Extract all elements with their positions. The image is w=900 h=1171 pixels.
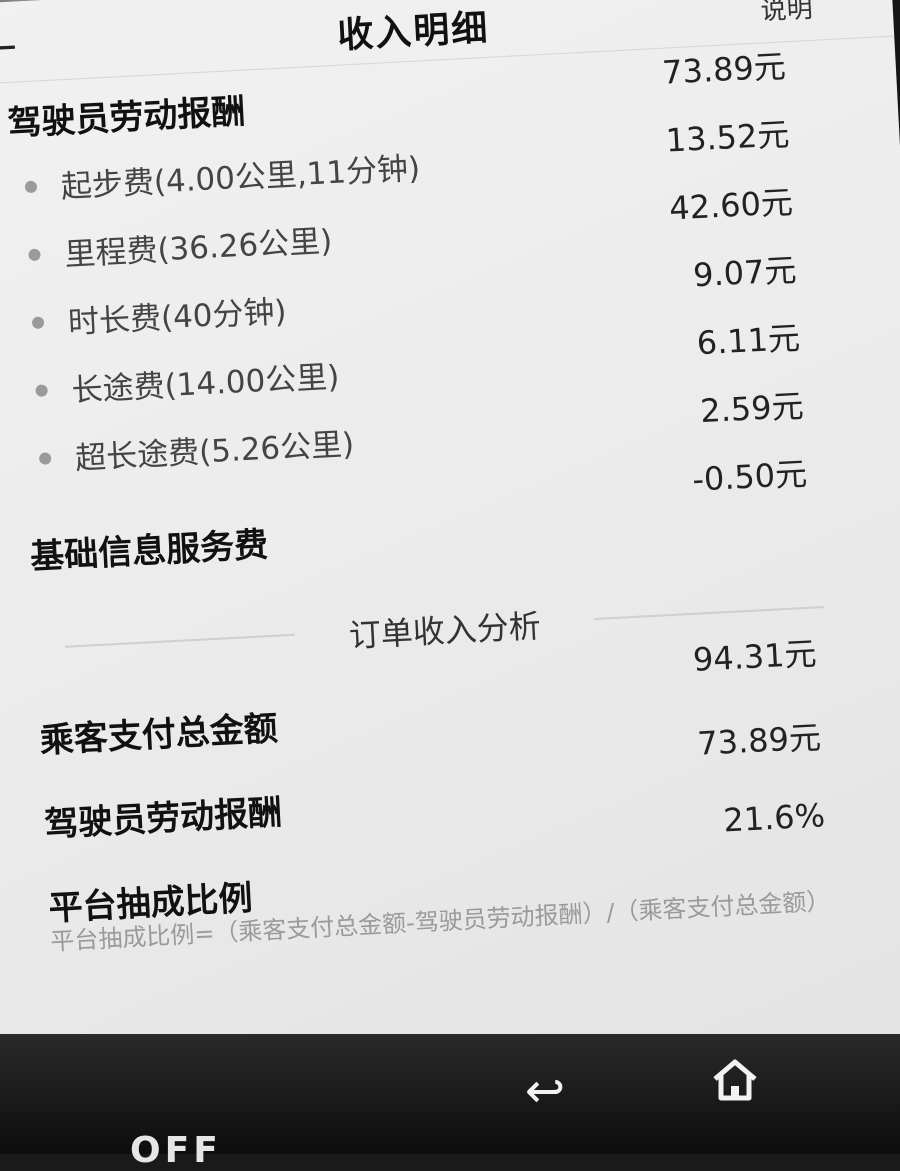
bullet-icon bbox=[31, 316, 45, 330]
home-icon[interactable] bbox=[705, 1054, 765, 1104]
phone-screen: ← 收入明细 说明 驾驶员劳动报酬 73.89元 起步费(4.00公里,11分钟… bbox=[0, 0, 900, 1125]
income-detail: 驾驶员劳动报酬 73.89元 起步费(4.00公里,11分钟) 13.52元 里… bbox=[5, 39, 870, 959]
passenger-total-amount: 94.31元 bbox=[692, 634, 818, 679]
fee-amount: 9.07元 bbox=[692, 251, 798, 295]
analysis-driver-pay-amount: 73.89元 bbox=[696, 718, 822, 763]
bullet-icon bbox=[28, 248, 41, 262]
help-link[interactable]: 说明 bbox=[760, 0, 814, 27]
commission-amount: 21.6% bbox=[722, 796, 826, 840]
fee-label: 起步费(4.00公里,11分钟) bbox=[60, 150, 421, 206]
fee-amount: 13.52元 bbox=[664, 115, 791, 160]
fee-label: 时长费(40分钟) bbox=[67, 293, 288, 342]
bullet-icon bbox=[24, 180, 38, 194]
bullet-icon bbox=[38, 452, 52, 465]
fee-label: 长途费(14.00公里) bbox=[70, 359, 341, 410]
back-icon[interactable]: ↩ bbox=[515, 1066, 575, 1116]
service-fee-label: 基础信息服务费 bbox=[29, 525, 270, 578]
analysis-summary: 乘客支付总金额 94.31元 驾驶员劳动报酬 73.89元 平台抽成比例 21.… bbox=[36, 626, 870, 959]
fee-amount: 2.59元 bbox=[699, 386, 805, 431]
fee-label: 里程费(36.26公里) bbox=[63, 223, 334, 274]
fee-amount: 6.11元 bbox=[695, 318, 801, 363]
system-navbar: ↩ OFF bbox=[0, 1034, 900, 1171]
fee-label: 超长途费(5.26公里) bbox=[74, 426, 356, 477]
bullet-icon bbox=[35, 384, 48, 397]
fee-amount: 42.60元 bbox=[668, 183, 794, 228]
driver-pay-amount: 73.89元 bbox=[661, 47, 787, 92]
driver-pay-label: 驾驶员劳动报酬 bbox=[6, 91, 247, 145]
service-fee-amount: -0.50元 bbox=[691, 454, 809, 499]
device-brand: OFF bbox=[130, 1130, 222, 1171]
